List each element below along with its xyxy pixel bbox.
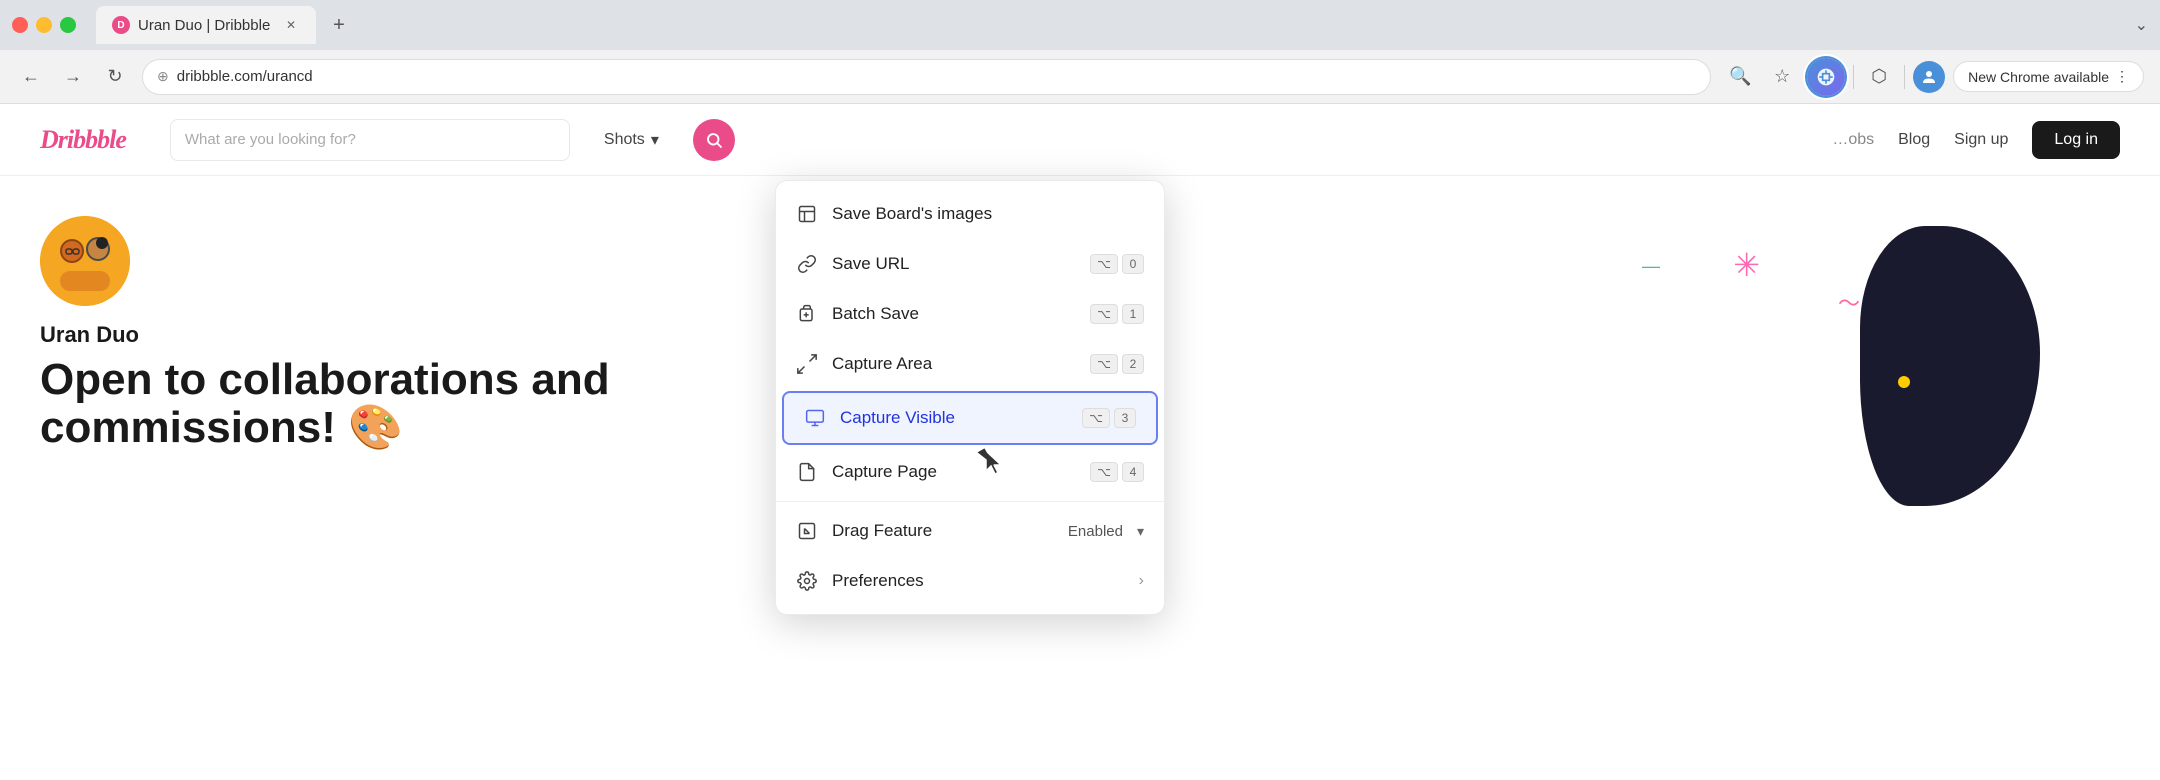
search-bar[interactable]: What are you looking for?	[170, 119, 570, 161]
menu-item-save-board[interactable]: Save Board's images	[776, 189, 1164, 239]
website-content: Dribbble What are you looking for? Shots…	[0, 104, 2160, 780]
tab-favicon: D	[112, 16, 130, 34]
menu-item-save-url[interactable]: Save URL ⌥ 0	[776, 239, 1164, 289]
menu-item-preferences[interactable]: Preferences ›	[776, 556, 1164, 606]
tab-close-button[interactable]: ✕	[282, 16, 300, 34]
capture-area-label: Capture Area	[832, 354, 1076, 374]
extensions-button[interactable]: ⬡	[1862, 60, 1896, 94]
url-text: dribbble.com/urancd	[177, 68, 313, 85]
shots-label: Shots	[604, 131, 645, 149]
menu-item-batch-save[interactable]: Batch Save ⌥ 1	[776, 289, 1164, 339]
minimize-window-button[interactable]	[36, 17, 52, 33]
shots-arrow-icon: ▾	[651, 130, 659, 150]
shots-dropdown[interactable]: Shots ▾	[594, 124, 669, 156]
nav-actions: 🔍 ☆ ⬡ New Chrome available ⋮	[1723, 58, 2144, 96]
forward-button[interactable]: →	[58, 62, 88, 92]
preferences-label: Preferences	[832, 571, 1125, 591]
tab-title: Uran Duo | Dribbble	[138, 17, 270, 34]
signup-button[interactable]: Sign up	[1954, 131, 2008, 149]
batch-icon	[796, 303, 818, 325]
batch-save-label: Batch Save	[832, 304, 1076, 324]
menu-item-drag-feature[interactable]: Drag Feature Enabled ▾	[776, 506, 1164, 556]
chrome-menu-icon: ⋮	[2115, 68, 2129, 85]
security-icon: ⊕	[157, 68, 169, 85]
deco-squiggle: 〜	[1838, 286, 1860, 318]
close-window-button[interactable]	[12, 17, 28, 33]
dropdown-menu: Save Board's images Save URL ⌥ 0	[775, 180, 1165, 615]
drag-icon	[796, 520, 818, 542]
menu-item-capture-page[interactable]: Capture Page ⌥ 4	[776, 447, 1164, 497]
page-icon	[796, 461, 818, 483]
batch-save-shortcut: ⌥ 1	[1090, 304, 1144, 324]
hero-tagline: Open to collaborations and commissions! …	[40, 356, 740, 453]
header-nav: …obs Blog Sign up Log in	[1832, 121, 2120, 159]
board-icon	[796, 203, 818, 225]
new-chrome-button[interactable]: New Chrome available ⋮	[1953, 61, 2144, 92]
active-tab[interactable]: D Uran Duo | Dribbble ✕	[96, 6, 316, 44]
profile-button[interactable]	[1913, 61, 1945, 93]
drag-feature-status: Enabled	[1068, 523, 1123, 540]
user-avatar	[40, 216, 130, 306]
nav-divider	[1853, 65, 1854, 89]
tab-expand-button[interactable]: ⌄	[2135, 15, 2148, 35]
extension-capture-button[interactable]	[1807, 58, 1845, 96]
back-button[interactable]: ←	[16, 62, 46, 92]
nav-bar: ← → ↻ ⊕ dribbble.com/urancd 🔍 ☆ ⬡	[0, 50, 2160, 104]
browser-frame: D Uran Duo | Dribbble ✕ + ⌄ ← → ↻ ⊕ drib…	[0, 0, 2160, 780]
login-button[interactable]: Log in	[2032, 121, 2120, 159]
save-url-shortcut: ⌥ 0	[1090, 254, 1144, 274]
dribbble-header: Dribbble What are you looking for? Shots…	[0, 104, 2160, 176]
dropdown-overlay: Save Board's images Save URL ⌥ 0	[775, 180, 1165, 615]
deco-star-1: ✳	[1733, 246, 1760, 284]
bookmark-button[interactable]: ☆	[1765, 60, 1799, 94]
monitor-icon	[804, 407, 826, 429]
gear-icon	[796, 570, 818, 592]
deco-line: —	[1642, 256, 1660, 277]
capture-page-shortcut: ⌥ 4	[1090, 462, 1144, 482]
menu-divider	[776, 501, 1164, 502]
deco-blob	[1860, 226, 2040, 506]
nav-divider2	[1904, 65, 1905, 89]
blog-nav-item[interactable]: Blog	[1898, 131, 1930, 149]
save-board-label: Save Board's images	[832, 204, 1144, 224]
deco-dot	[1898, 376, 1910, 388]
address-bar[interactable]: ⊕ dribbble.com/urancd	[142, 59, 1711, 95]
search-button[interactable]: 🔍	[1723, 60, 1757, 94]
save-url-label: Save URL	[832, 254, 1076, 274]
maximize-window-button[interactable]	[60, 17, 76, 33]
capture-page-label: Capture Page	[832, 462, 1076, 482]
capture-visible-label: Capture Visible	[840, 408, 1068, 428]
link-icon	[796, 253, 818, 275]
refresh-button[interactable]: ↻	[100, 62, 130, 92]
jobs-nav-item[interactable]: …obs	[1832, 131, 1874, 149]
drag-feature-label: Drag Feature	[832, 521, 1054, 541]
tab-bar: D Uran Duo | Dribbble ✕ + ⌄	[0, 0, 2160, 50]
menu-item-capture-visible[interactable]: Capture Visible ⌥ 3	[782, 391, 1158, 445]
capture-area-shortcut: ⌥ 2	[1090, 354, 1144, 374]
crop-icon	[796, 353, 818, 375]
traffic-lights	[12, 17, 76, 33]
dribbble-logo[interactable]: Dribbble	[40, 125, 126, 155]
menu-item-capture-area[interactable]: Capture Area ⌥ 2	[776, 339, 1164, 389]
new-chrome-label: New Chrome available	[1968, 69, 2109, 85]
preferences-arrow: ›	[1139, 572, 1144, 590]
drag-feature-arrow: ▾	[1137, 523, 1144, 540]
capture-visible-shortcut: ⌥ 3	[1082, 408, 1136, 428]
decorative-elements: ✳ — 〜 —	[1560, 226, 2160, 626]
new-tab-button[interactable]: +	[324, 10, 354, 40]
search-placeholder: What are you looking for?	[185, 131, 356, 148]
search-icon-button[interactable]	[693, 119, 735, 161]
